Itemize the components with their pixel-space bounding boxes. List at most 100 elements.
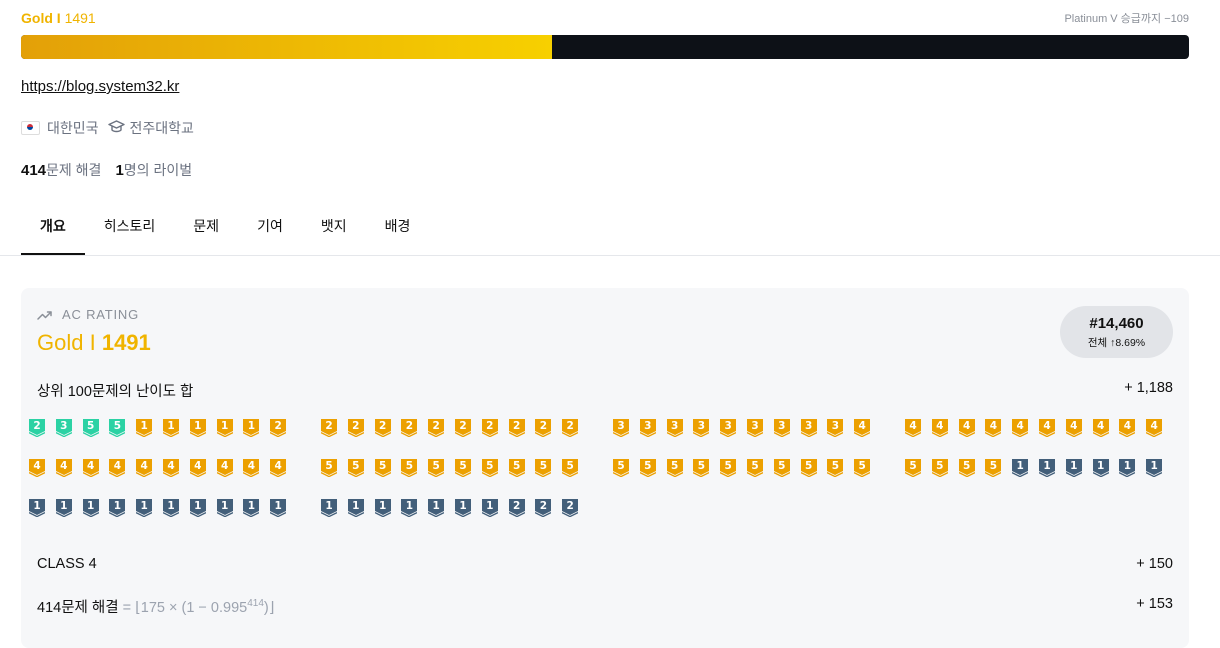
- tier-icon-gold-2[interactable]: 2: [320, 419, 338, 438]
- tier-icon-gold-5[interactable]: 5: [958, 459, 975, 478]
- tier-icon-silver-1[interactable]: 1: [82, 499, 99, 518]
- tier-icon-gold-4[interactable]: 4: [904, 419, 922, 438]
- tier-icon-gold-1[interactable]: 1: [135, 419, 153, 438]
- tier-icon-silver-1[interactable]: 1: [109, 499, 126, 518]
- tier-icon-gold-5[interactable]: 5: [666, 459, 683, 478]
- tier-icon-gold-5[interactable]: 5: [931, 459, 949, 478]
- tier-icon-gold-5[interactable]: 5: [985, 459, 1002, 478]
- tier-icon-silver-1[interactable]: 1: [1119, 459, 1136, 478]
- tier-icon-platinum-5[interactable]: 5: [82, 419, 99, 438]
- tier-icon-gold-5[interactable]: 5: [427, 459, 445, 478]
- tier-icon-gold-4[interactable]: 4: [28, 459, 46, 478]
- tier-icon-gold-2[interactable]: 2: [481, 419, 499, 438]
- tier-icon-gold-5[interactable]: 5: [746, 459, 764, 478]
- tier-icon-gold-3[interactable]: 3: [666, 419, 683, 438]
- tier-icon-silver-1[interactable]: 1: [1011, 459, 1029, 478]
- tier-icon-gold-2[interactable]: 2: [427, 419, 445, 438]
- tier-icon-silver-1[interactable]: 1: [401, 499, 418, 518]
- tier-icon-gold-2[interactable]: 2: [454, 419, 472, 438]
- tier-icon-gold-3[interactable]: 3: [612, 419, 630, 438]
- tier-icon-gold-5[interactable]: 5: [800, 459, 817, 478]
- tier-icon-gold-4[interactable]: 4: [269, 459, 287, 478]
- tier-icon-gold-4[interactable]: 4: [958, 419, 975, 438]
- tier-icon-gold-5[interactable]: 5: [612, 459, 630, 478]
- tier-icon-gold-5[interactable]: 5: [481, 459, 499, 478]
- tier-icon-silver-1[interactable]: 1: [269, 499, 287, 518]
- tier-icon-gold-3[interactable]: 3: [639, 419, 657, 438]
- tier-icon-gold-4[interactable]: 4: [1038, 419, 1056, 438]
- tier-icon-gold-4[interactable]: 4: [55, 459, 73, 478]
- tier-icon-gold-1[interactable]: 1: [243, 419, 260, 438]
- tier-icon-gold-3[interactable]: 3: [773, 419, 791, 438]
- tier-icon-gold-5[interactable]: 5: [561, 459, 579, 478]
- tier-icon-gold-2[interactable]: 2: [508, 419, 525, 438]
- tier-icon-gold-5[interactable]: 5: [904, 459, 922, 478]
- tier-icon-silver-1[interactable]: 1: [55, 499, 73, 518]
- tier-icon-gold-4[interactable]: 4: [985, 419, 1002, 438]
- tab-badges[interactable]: 뱃지: [302, 203, 366, 255]
- tier-icon-silver-1[interactable]: 1: [162, 499, 180, 518]
- tier-icon-gold-3[interactable]: 3: [827, 419, 844, 438]
- tier-icon-gold-5[interactable]: 5: [693, 459, 710, 478]
- tab-history[interactable]: 히스토리: [85, 203, 175, 255]
- tier-icon-silver-1[interactable]: 1: [374, 499, 391, 518]
- tier-icon-gold-5[interactable]: 5: [773, 459, 791, 478]
- tier-icon-gold-3[interactable]: 3: [719, 419, 737, 438]
- tier-icon-gold-4[interactable]: 4: [135, 459, 153, 478]
- tier-icon-gold-5[interactable]: 5: [454, 459, 472, 478]
- tier-icon-gold-4[interactable]: 4: [162, 459, 180, 478]
- tier-icon-gold-5[interactable]: 5: [827, 459, 844, 478]
- tier-icon-gold-2[interactable]: 2: [347, 419, 365, 438]
- tier-icon-gold-4[interactable]: 4: [243, 459, 260, 478]
- tier-icon-gold-4[interactable]: 4: [853, 419, 871, 438]
- tier-icon-silver-1[interactable]: 1: [427, 499, 445, 518]
- tier-icon-silver-1[interactable]: 1: [1038, 459, 1056, 478]
- tier-icon-gold-4[interactable]: 4: [1011, 419, 1029, 438]
- tier-icon-gold-5[interactable]: 5: [320, 459, 338, 478]
- tier-icon-gold-4[interactable]: 4: [82, 459, 99, 478]
- tier-icon-gold-2[interactable]: 2: [535, 419, 552, 438]
- tier-icon-silver-1[interactable]: 1: [320, 499, 338, 518]
- tier-icon-silver-1[interactable]: 1: [1092, 459, 1109, 478]
- tier-icon-gold-5[interactable]: 5: [719, 459, 737, 478]
- tier-icon-gold-1[interactable]: 1: [189, 419, 207, 438]
- tier-icon-gold-5[interactable]: 5: [508, 459, 525, 478]
- tier-icon-gold-4[interactable]: 4: [1092, 419, 1109, 438]
- tier-icon-gold-1[interactable]: 1: [162, 419, 180, 438]
- tier-icon-gold-5[interactable]: 5: [401, 459, 418, 478]
- tier-icon-platinum-3[interactable]: 3: [55, 419, 73, 438]
- tier-icon-gold-2[interactable]: 2: [374, 419, 391, 438]
- tier-icon-silver-1[interactable]: 1: [189, 499, 207, 518]
- tier-icon-gold-2[interactable]: 2: [401, 419, 418, 438]
- tier-icon-silver-1[interactable]: 1: [135, 499, 153, 518]
- tab-contribution[interactable]: 기여: [238, 203, 302, 255]
- tab-problems[interactable]: 문제: [174, 203, 238, 255]
- tier-icon-gold-5[interactable]: 5: [853, 459, 871, 478]
- tier-icon-gold-4[interactable]: 4: [1145, 419, 1163, 438]
- tier-icon-gold-3[interactable]: 3: [746, 419, 764, 438]
- tier-icon-silver-1[interactable]: 1: [1065, 459, 1083, 478]
- tier-icon-silver-1[interactable]: 1: [243, 499, 260, 518]
- tier-icon-gold-4[interactable]: 4: [216, 459, 233, 478]
- tier-icon-platinum-5[interactable]: 5: [109, 419, 126, 438]
- tier-icon-gold-4[interactable]: 4: [1065, 419, 1083, 438]
- tier-icon-gold-3[interactable]: 3: [693, 419, 710, 438]
- tier-icon-silver-1[interactable]: 1: [1145, 459, 1163, 478]
- tier-icon-gold-4[interactable]: 4: [1119, 419, 1136, 438]
- tier-icon-gold-2[interactable]: 2: [269, 419, 287, 438]
- tier-icon-gold-5[interactable]: 5: [639, 459, 657, 478]
- tier-icon-gold-5[interactable]: 5: [535, 459, 552, 478]
- tier-icon-gold-5[interactable]: 5: [347, 459, 365, 478]
- tier-icon-gold-3[interactable]: 3: [800, 419, 817, 438]
- tab-overview[interactable]: 개요: [21, 203, 85, 255]
- tier-icon-silver-1[interactable]: 1: [347, 499, 365, 518]
- tier-icon-gold-1[interactable]: 1: [216, 419, 233, 438]
- tier-icon-gold-4[interactable]: 4: [189, 459, 207, 478]
- tier-icon-platinum-2[interactable]: 2: [28, 419, 46, 438]
- tier-icon-silver-2[interactable]: 2: [535, 499, 552, 518]
- tier-icon-silver-1[interactable]: 1: [216, 499, 233, 518]
- tier-icon-silver-1[interactable]: 1: [28, 499, 46, 518]
- tier-icon-silver-2[interactable]: 2: [561, 499, 579, 518]
- tab-backgrounds[interactable]: 배경: [366, 203, 430, 255]
- tier-icon-gold-4[interactable]: 4: [109, 459, 126, 478]
